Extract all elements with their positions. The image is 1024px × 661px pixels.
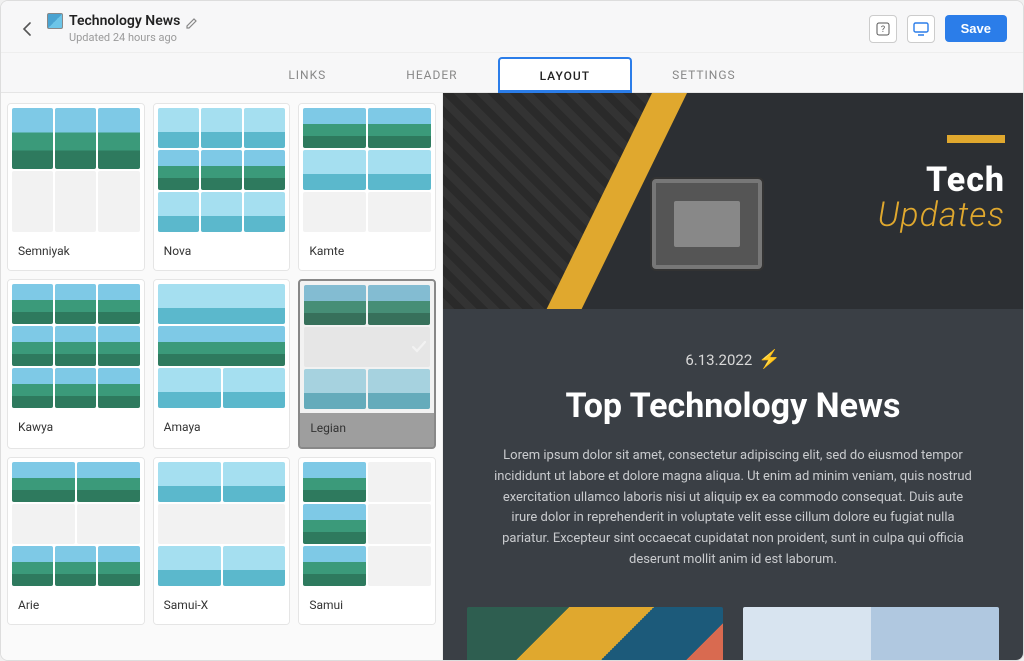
article-date: 6.13.2022 ⚡ bbox=[491, 349, 975, 370]
template-card-samui-x[interactable]: Samui-X bbox=[153, 457, 291, 625]
template-name: Kamte bbox=[299, 236, 435, 270]
preview-panel: Tech Updates 6.13.2022 ⚡ Top Technology … bbox=[443, 93, 1023, 660]
template-name: Nova bbox=[154, 236, 290, 270]
back-button[interactable] bbox=[17, 19, 37, 39]
article-title: Top Technology News bbox=[491, 386, 975, 426]
article-body: Lorem ipsum dolor sit amet, consectetur … bbox=[491, 446, 975, 571]
preview-button[interactable] bbox=[907, 15, 935, 43]
tabs: LINKS HEADER LAYOUT SETTINGS bbox=[1, 53, 1023, 93]
template-card-legian[interactable]: Legian bbox=[298, 279, 436, 449]
hero-cpu-image bbox=[652, 179, 762, 269]
document-title: Technology News bbox=[69, 13, 180, 29]
save-button[interactable]: Save bbox=[945, 15, 1007, 42]
last-updated: Updated 24 hours ago bbox=[69, 31, 200, 44]
template-card-kamte[interactable]: Kamte bbox=[298, 103, 436, 271]
edit-title-icon[interactable] bbox=[186, 14, 200, 28]
document-icon bbox=[47, 13, 63, 29]
help-button[interactable]: ? bbox=[869, 15, 897, 43]
news-cards: Oracle Autonomous bbox=[443, 607, 1023, 660]
template-card-nova[interactable]: Nova bbox=[153, 103, 291, 271]
tab-settings[interactable]: SETTINGS bbox=[632, 58, 776, 92]
news-card-2[interactable] bbox=[743, 607, 999, 660]
template-card-arie[interactable]: Arie bbox=[7, 457, 145, 625]
tab-layout[interactable]: LAYOUT bbox=[498, 57, 632, 93]
template-panel: Semniyak Nova Kamte Kawya Amaya Legian Arie Sam… bbox=[1, 93, 443, 660]
template-card-samui[interactable]: Samui bbox=[298, 457, 436, 625]
template-name: Arie bbox=[8, 590, 144, 624]
article-section: 6.13.2022 ⚡ Top Technology News Lorem ip… bbox=[443, 309, 1023, 607]
tab-header[interactable]: HEADER bbox=[366, 58, 497, 92]
template-name: Amaya bbox=[154, 412, 290, 446]
template-name: Kawya bbox=[8, 412, 144, 446]
topbar: Technology News Updated 24 hours ago ? S… bbox=[1, 1, 1023, 53]
hero-title-2: Updates bbox=[878, 197, 1005, 234]
hero-title-1: Tech bbox=[878, 163, 1005, 197]
template-name: Samui-X bbox=[154, 590, 290, 624]
template-name: Samui bbox=[299, 590, 435, 624]
template-name: Legian bbox=[300, 413, 434, 447]
template-card-amaya[interactable]: Amaya bbox=[153, 279, 291, 449]
template-card-kawya[interactable]: Kawya bbox=[7, 279, 145, 449]
hero-banner: Tech Updates bbox=[443, 93, 1023, 309]
svg-text:?: ? bbox=[880, 25, 884, 35]
template-card-semniyak[interactable]: Semniyak bbox=[7, 103, 145, 271]
selected-check-icon bbox=[410, 338, 428, 356]
tab-links[interactable]: LINKS bbox=[248, 58, 366, 92]
bolt-icon: ⚡ bbox=[758, 349, 780, 370]
template-name: Semniyak bbox=[8, 236, 144, 270]
news-card-1[interactable]: Oracle Autonomous bbox=[467, 607, 723, 660]
